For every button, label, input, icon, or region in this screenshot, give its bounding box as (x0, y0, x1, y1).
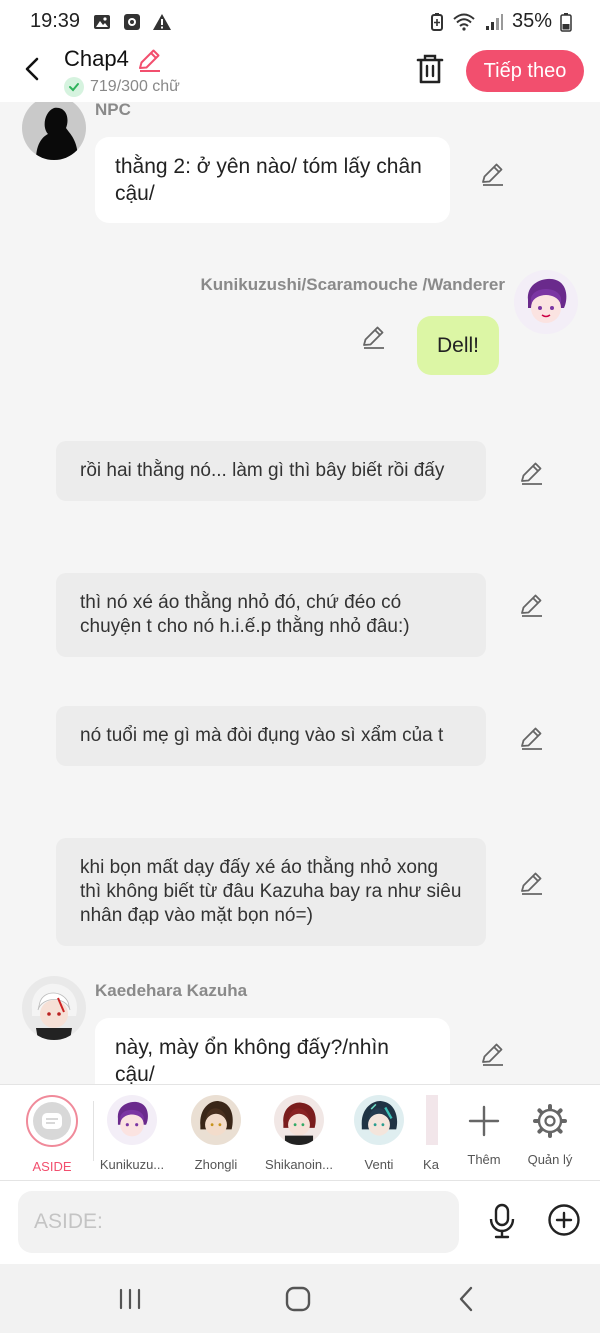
back-nav-icon[interactable] (452, 1284, 482, 1314)
edit-message-icon[interactable] (518, 870, 544, 896)
avatar-kunikuzushi[interactable] (514, 270, 578, 334)
avatar-npc[interactable] (22, 102, 86, 160)
character-name: Zhongli (194, 1157, 238, 1172)
system-nav-bar (0, 1264, 600, 1333)
message-bubble[interactable]: Dell! (417, 316, 500, 375)
status-right: 35% (430, 10, 572, 33)
warning-icon (153, 14, 171, 30)
avatar (107, 1095, 157, 1145)
edit-message-icon[interactable] (479, 1041, 505, 1067)
character-partial[interactable]: Ka (420, 1095, 442, 1172)
wifi-icon (453, 13, 475, 31)
character-name: Ka (423, 1157, 439, 1172)
avatar-kazuha[interactable] (22, 976, 86, 1040)
character-aside[interactable]: ASIDE (14, 1095, 90, 1174)
aside-circle (26, 1095, 78, 1147)
character-kunikuzushi[interactable]: Kunikuzu... (94, 1095, 170, 1172)
avatar (354, 1095, 404, 1145)
more-label: Thêm (467, 1152, 501, 1167)
character-name: Kunikuzu... (99, 1157, 165, 1172)
input-bar (0, 1180, 600, 1264)
battery-percent: 35% (511, 10, 552, 32)
speaker-name: Kunikuzushi/Scaramouche /Wanderer (200, 275, 506, 294)
avatar (191, 1095, 241, 1145)
chat-bubble-icon (33, 1102, 71, 1140)
trash-icon[interactable] (414, 52, 446, 86)
back-icon[interactable] (18, 54, 48, 84)
message-bubble[interactable]: này, mày ổn không đấy?/nhìn cậu/ (95, 1018, 450, 1084)
gear-icon (533, 1104, 567, 1138)
character-shikanoin[interactable]: Shikanoin... (261, 1095, 337, 1172)
status-bar: 19:39 35% (0, 0, 600, 44)
character-name: Shikanoin... (265, 1157, 333, 1172)
narration-bubble[interactable]: thì nó xé áo thằng nhỏ đó, chứ đéo có ch… (56, 573, 486, 657)
more-button[interactable]: Thêm (446, 1095, 522, 1167)
edit-title-icon[interactable] (136, 47, 162, 73)
status-notification-icons (92, 12, 172, 32)
home-icon[interactable] (283, 1284, 313, 1314)
character-bar: ASIDE Kunikuzu... Zhongli Shikanoin... V… (0, 1084, 600, 1180)
screen-record-icon (124, 14, 140, 30)
speaker-name: NPC (95, 102, 131, 119)
avatar (274, 1095, 324, 1145)
narration-bubble[interactable]: nó tuổi mẹ gì mà đòi đụng vào sì xẩm của… (56, 706, 486, 766)
add-circle-icon[interactable] (547, 1203, 581, 1237)
battery-saver-icon (430, 12, 443, 31)
next-button[interactable]: Tiếp theo (466, 50, 584, 92)
character-zhongli[interactable]: Zhongli (178, 1095, 254, 1172)
character-venti[interactable]: Venti (341, 1095, 417, 1172)
chat-area: NPC thằng 2: ở yên nào/ tóm lấy chân cậu… (0, 102, 600, 1084)
manage-label: Quản lý (527, 1152, 573, 1167)
character-name: Venti (364, 1157, 394, 1172)
narration-bubble[interactable]: khi bọn mất dạy đấy xé áo thằng nhỏ xong… (56, 838, 486, 946)
edit-message-icon[interactable] (360, 324, 386, 350)
avatar (426, 1095, 438, 1145)
signal-icon (485, 13, 503, 30)
check-icon (64, 77, 84, 97)
speaker-name: Kaedehara Kazuha (95, 981, 248, 1000)
app-header: Chap4 719/300 chữ Tiếp theo (0, 44, 600, 102)
page-title[interactable]: Chap4 (64, 46, 129, 72)
image-icon (94, 15, 110, 29)
plus-icon (468, 1105, 500, 1137)
aside-label: ASIDE (32, 1159, 72, 1174)
message-input[interactable] (18, 1191, 459, 1253)
status-time: 19:39 (30, 10, 81, 32)
recent-apps-icon[interactable] (115, 1284, 145, 1314)
word-count-row: 719/300 chữ (64, 77, 180, 97)
narration-bubble[interactable]: rồi hai thằng nó... làm gì thì bây biết … (56, 441, 486, 501)
edit-message-icon[interactable] (518, 460, 544, 486)
microphone-icon[interactable] (486, 1203, 518, 1239)
message-bubble[interactable]: thằng 2: ở yên nào/ tóm lấy chân cậu/ (95, 137, 450, 223)
word-count: 719/300 chữ (90, 78, 180, 95)
edit-message-icon[interactable] (518, 592, 544, 618)
edit-message-icon[interactable] (518, 725, 544, 751)
battery-icon (560, 12, 572, 32)
edit-message-icon[interactable] (479, 161, 505, 187)
manage-button[interactable]: Quản lý (512, 1095, 588, 1167)
